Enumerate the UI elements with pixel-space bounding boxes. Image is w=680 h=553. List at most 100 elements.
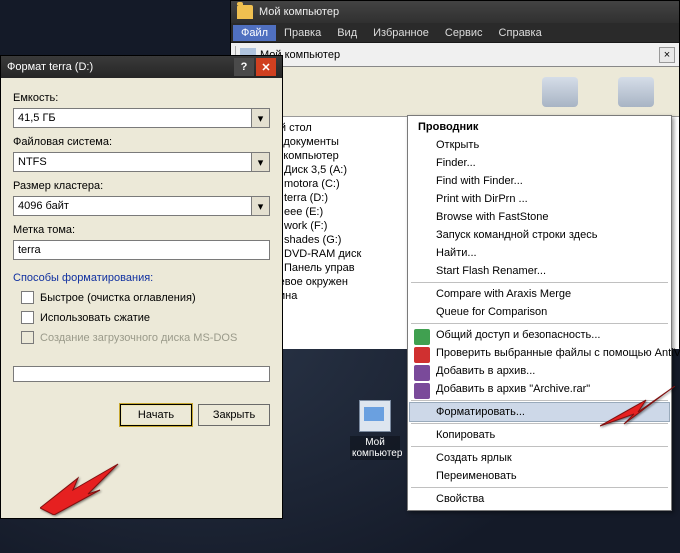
desktop-icon-mycomputer[interactable]: Мой компьютер bbox=[350, 400, 400, 460]
checkbox-quick[interactable]: Быстрое (очистка оглавления) bbox=[21, 291, 270, 304]
capacity-combo[interactable]: ▾ bbox=[13, 108, 270, 128]
tree-item-label: eee (E:) bbox=[284, 206, 323, 218]
computer-icon bbox=[359, 400, 391, 432]
context-item[interactable]: Свойства bbox=[410, 490, 669, 508]
fs-input[interactable] bbox=[13, 152, 252, 172]
cluster-input[interactable] bbox=[13, 196, 252, 216]
explorer-title: Мой компьютер bbox=[259, 6, 339, 18]
folder-icon bbox=[237, 5, 253, 19]
tree-item-label: shades (G:) bbox=[284, 234, 341, 246]
context-item[interactable]: Проверить выбранные файлы с помощью Anti… bbox=[410, 344, 669, 362]
context-item-label: Найти... bbox=[436, 247, 477, 259]
menu-favorites[interactable]: Избранное bbox=[365, 25, 437, 41]
context-item-label: Добавить в архив... bbox=[436, 365, 535, 377]
printer-icon[interactable] bbox=[542, 77, 578, 107]
format-titlebar[interactable]: Формат terra (D:) ? ✕ bbox=[1, 56, 282, 78]
menu-separator bbox=[411, 446, 668, 447]
fs-combo[interactable]: ▾ bbox=[13, 152, 270, 172]
context-item[interactable]: Переименовать bbox=[410, 467, 669, 485]
checkbox-compress[interactable]: Использовать сжатие bbox=[21, 311, 270, 324]
context-item[interactable]: Запуск командной строки здесь bbox=[410, 226, 669, 244]
context-item-label: Свойства bbox=[436, 493, 484, 505]
format-dialog: Формат terra (D:) ? ✕ Емкость: ▾ Файлова… bbox=[0, 55, 283, 519]
context-item[interactable]: Find with Finder... bbox=[410, 172, 669, 190]
chevron-down-icon[interactable]: ▾ bbox=[252, 108, 270, 128]
checkbox-icon bbox=[21, 331, 34, 344]
fs-label: Файловая система: bbox=[13, 136, 270, 148]
start-button[interactable]: Начать bbox=[120, 404, 192, 426]
tree-item-label: Диск 3,5 (A:) bbox=[284, 164, 347, 176]
explorer-titlebar[interactable]: Мой компьютер bbox=[231, 1, 679, 23]
context-item[interactable]: Compare with Araxis Merge bbox=[410, 285, 669, 303]
cluster-label: Размер кластера: bbox=[13, 180, 270, 192]
context-menu: Проводник Открыть Finder... Find with Find… bbox=[407, 115, 672, 511]
context-item-label: Queue for Comparison bbox=[436, 306, 547, 318]
menu-file[interactable]: Файл bbox=[233, 25, 276, 41]
capacity-input[interactable] bbox=[13, 108, 252, 128]
panel-close-button[interactable]: × bbox=[659, 47, 675, 63]
tree-item-label: DVD-RAM диск bbox=[284, 248, 361, 260]
chevron-down-icon[interactable]: ▾ bbox=[252, 152, 270, 172]
annotation-arrow bbox=[40, 460, 120, 518]
cluster-combo[interactable]: ▾ bbox=[13, 196, 270, 216]
context-item-label: Browse with FastStone bbox=[436, 211, 549, 223]
tree-item-label: work (F:) bbox=[284, 220, 327, 232]
menubar: Файл Правка Вид Избранное Сервис Справка bbox=[231, 23, 679, 43]
context-item-label: Запуск командной строки здесь bbox=[436, 229, 597, 241]
context-item-label: Копировать bbox=[436, 429, 495, 441]
checkbox-msdos: Создание загрузочного диска MS-DOS bbox=[21, 331, 270, 344]
menu-view[interactable]: Вид bbox=[329, 25, 365, 41]
av-icon bbox=[414, 347, 430, 363]
format-title: Формат terra (D:) bbox=[7, 61, 232, 73]
context-item[interactable]: Queue for Comparison bbox=[410, 303, 669, 321]
shield-icon bbox=[414, 329, 430, 345]
chevron-down-icon[interactable]: ▾ bbox=[252, 196, 270, 216]
context-item[interactable]: Общий доступ и безопасность... bbox=[410, 326, 669, 344]
context-item-label: Открыть bbox=[436, 139, 479, 151]
context-item[interactable]: Открыть bbox=[410, 136, 669, 154]
rar-icon bbox=[414, 383, 430, 399]
annotation-arrow bbox=[600, 386, 675, 437]
checkbox-icon bbox=[21, 311, 34, 324]
menu-separator bbox=[411, 282, 668, 283]
context-item[interactable]: Создать ярлык bbox=[410, 449, 669, 467]
menu-separator bbox=[411, 487, 668, 488]
context-menu-header: Проводник bbox=[410, 118, 669, 136]
rar-icon bbox=[414, 365, 430, 381]
context-item[interactable]: Print with DirPrn ... bbox=[410, 190, 669, 208]
tree-item-label: Панель управ bbox=[284, 262, 355, 274]
volume-label: Метка тома: bbox=[13, 224, 270, 236]
context-item[interactable]: Добавить в архив... bbox=[410, 362, 669, 380]
context-item-label: Проверить выбранные файлы с помощью Anti… bbox=[436, 347, 680, 359]
help-button[interactable]: ? bbox=[234, 58, 254, 76]
context-item[interactable]: Finder... bbox=[410, 154, 669, 172]
context-item-label: Форматировать... bbox=[436, 406, 525, 418]
volume-input[interactable] bbox=[13, 240, 270, 260]
context-item-label: Compare with Araxis Merge bbox=[436, 288, 571, 300]
toolbar bbox=[231, 67, 679, 117]
desktop-icon-label: Мой компьютер bbox=[350, 436, 400, 460]
tree-item-label: terra (D:) bbox=[284, 192, 328, 204]
checkbox-icon bbox=[21, 291, 34, 304]
context-item-label: Переименовать bbox=[436, 470, 517, 482]
device-icon[interactable] bbox=[618, 77, 654, 107]
progress-bar bbox=[13, 366, 270, 382]
context-item-label: Print with DirPrn ... bbox=[436, 193, 528, 205]
context-item[interactable]: Start Flash Renamer... bbox=[410, 262, 669, 280]
methods-header: Способы форматирования: bbox=[13, 272, 270, 284]
context-item-label: Start Flash Renamer... bbox=[436, 265, 546, 277]
address-bar: Мой компьютер × bbox=[231, 43, 679, 67]
capacity-label: Емкость: bbox=[13, 92, 270, 104]
close-button[interactable]: Закрыть bbox=[198, 404, 270, 426]
menu-tools[interactable]: Сервис bbox=[437, 25, 491, 41]
context-item-label: Общий доступ и безопасность... bbox=[436, 329, 600, 341]
context-item[interactable]: Найти... bbox=[410, 244, 669, 262]
context-item[interactable]: Browse with FastStone bbox=[410, 208, 669, 226]
menu-edit[interactable]: Правка bbox=[276, 25, 329, 41]
menu-help[interactable]: Справка bbox=[491, 25, 550, 41]
context-item-label: Find with Finder... bbox=[436, 175, 523, 187]
context-item-label: Создать ярлык bbox=[436, 452, 512, 464]
tree-item-label: motora (C:) bbox=[284, 178, 340, 190]
close-button[interactable]: ✕ bbox=[256, 58, 276, 76]
context-item-label: Добавить в архив "Archive.rar" bbox=[436, 383, 590, 395]
